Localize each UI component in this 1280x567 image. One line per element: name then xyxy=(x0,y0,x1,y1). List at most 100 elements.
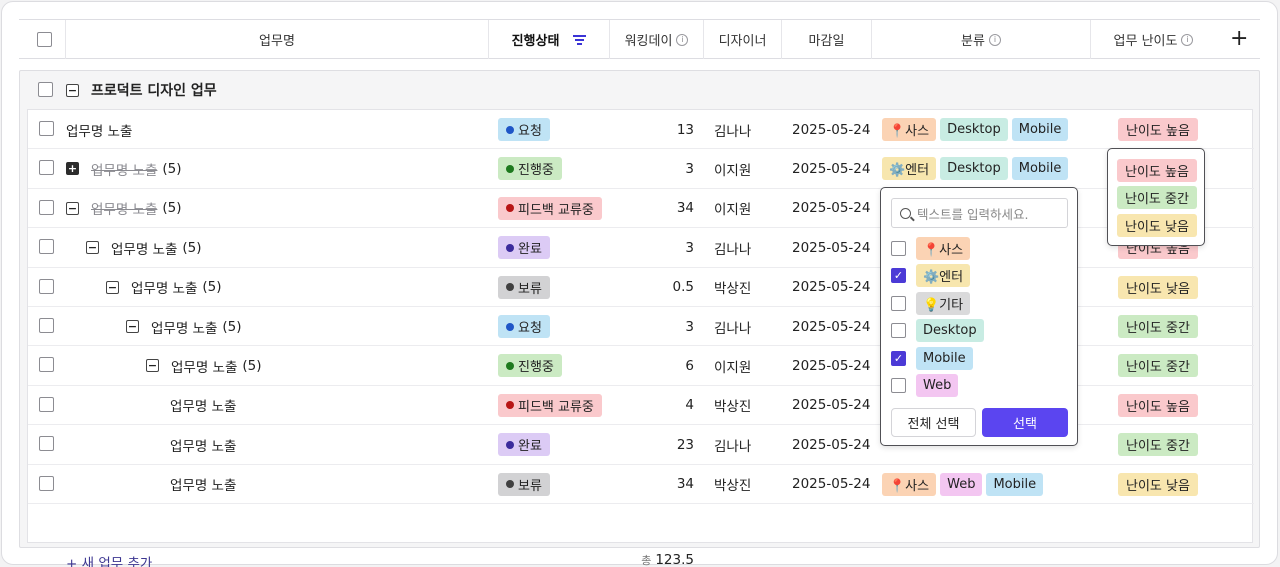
deadline-date[interactable]: 2025-05-24 xyxy=(792,149,870,188)
deadline-date[interactable]: 2025-05-24 xyxy=(792,307,870,346)
deadline-date[interactable]: 2025-05-24 xyxy=(792,110,870,149)
option-checkbox[interactable]: ✓ xyxy=(891,268,906,283)
status-badge[interactable]: 진행중 xyxy=(498,157,562,181)
table-row[interactable]: 업무명 노출 요청 13 김나나 2025-05-24 📍사스 Desktop Mobile 난… xyxy=(28,110,1254,150)
column-deadline[interactable]: 마감일 xyxy=(781,20,871,59)
category-tag[interactable]: Mobile xyxy=(986,472,1044,496)
row-checkbox[interactable] xyxy=(39,396,54,412)
deadline-date[interactable]: 2025-05-24 xyxy=(792,189,870,228)
select-all-button[interactable]: 전체 선택 xyxy=(891,408,976,437)
category-tag[interactable]: Mobile xyxy=(1011,118,1069,141)
deadline-date[interactable]: 2025-05-24 xyxy=(792,268,870,307)
row-expand-toggle[interactable]: − xyxy=(146,359,159,373)
category-option[interactable]: ✓ ⚙️엔터 xyxy=(891,264,974,288)
row-expand-toggle[interactable]: − xyxy=(106,280,119,294)
category-option[interactable]: Web xyxy=(891,374,962,398)
designer-name[interactable]: 이지원 xyxy=(714,346,751,385)
row-checkbox[interactable] xyxy=(39,475,54,491)
category-option[interactable]: 💡기타 xyxy=(891,291,974,315)
deadline-date[interactable]: 2025-05-24 xyxy=(792,425,870,464)
group-collapse-toggle[interactable]: − xyxy=(66,83,79,97)
task-name[interactable]: 업무명 노출 xyxy=(151,317,217,337)
option-checkbox[interactable] xyxy=(891,295,906,311)
status-badge[interactable]: 피드백 교류중 xyxy=(498,196,602,220)
category-tag[interactable]: 📍사스 xyxy=(882,118,937,141)
column-designer[interactable]: 디자이너 xyxy=(703,20,781,59)
difficulty-badge[interactable]: 난이도 중간 xyxy=(1118,354,1198,378)
info-icon[interactable]: i xyxy=(1181,33,1194,46)
row-checkbox[interactable] xyxy=(39,199,54,215)
task-name[interactable]: 업무명 노출 xyxy=(131,277,197,297)
row-checkbox[interactable] xyxy=(39,357,54,373)
task-name[interactable]: 업무명 노출 xyxy=(170,435,236,455)
category-option[interactable]: ✓ Mobile xyxy=(891,346,977,370)
task-name[interactable]: 업무명 노출 xyxy=(170,474,236,494)
row-checkbox[interactable] xyxy=(39,278,54,294)
status-badge[interactable]: 요청 xyxy=(498,315,550,338)
category-tag[interactable]: Web xyxy=(940,472,983,496)
task-name[interactable]: 업무명 노출 xyxy=(66,120,132,140)
column-workday[interactable]: 워킹데이 i xyxy=(609,20,703,59)
info-icon[interactable]: i xyxy=(676,33,689,46)
row-checkbox[interactable] xyxy=(39,160,54,176)
row-checkbox[interactable] xyxy=(39,239,54,255)
deadline-date[interactable]: 2025-05-24 xyxy=(792,228,870,267)
row-checkbox[interactable] xyxy=(39,436,54,452)
column-difficulty[interactable]: 업무 난이도 i xyxy=(1090,20,1216,59)
deadline-date[interactable]: 2025-05-24 xyxy=(792,465,870,504)
group-checkbox[interactable] xyxy=(38,82,53,97)
designer-name[interactable]: 김나나 xyxy=(714,228,751,267)
category-tag[interactable]: 📍사스 xyxy=(882,472,937,496)
row-expand-toggle[interactable]: + xyxy=(66,162,79,176)
option-checkbox[interactable]: ✓ xyxy=(891,350,906,366)
category-search-input[interactable]: 텍스트를 입력하세요. xyxy=(891,198,1068,228)
difficulty-badge[interactable]: 난이도 높음 xyxy=(1118,393,1198,417)
designer-name[interactable]: 이지원 xyxy=(714,189,751,228)
add-column-button[interactable]: + xyxy=(1230,28,1248,50)
row-expand-toggle[interactable]: − xyxy=(126,320,139,333)
info-icon[interactable]: i xyxy=(988,33,1001,46)
status-badge[interactable]: 보류 xyxy=(498,275,550,299)
status-badge[interactable]: 보류 xyxy=(498,472,550,496)
table-row[interactable]: + 업무명 노출 (5) 진행중 3 이지원 2025-05-24 ⚙️엔터 Desktop Mo… xyxy=(28,149,1254,189)
designer-name[interactable]: 김나나 xyxy=(714,425,751,464)
add-task-button[interactable]: + 새 업무 추가 xyxy=(66,552,152,567)
deadline-date[interactable]: 2025-05-24 xyxy=(792,386,870,425)
option-checkbox[interactable] xyxy=(891,378,906,393)
row-checkbox[interactable] xyxy=(39,121,54,136)
status-badge[interactable]: 완료 xyxy=(498,236,550,260)
row-expand-toggle[interactable]: − xyxy=(86,241,99,255)
designer-name[interactable]: 박상진 xyxy=(714,465,751,504)
difficulty-badge[interactable]: 난이도 낮음 xyxy=(1118,472,1198,496)
difficulty-option-low[interactable]: 난이도 낮음 xyxy=(1117,214,1197,237)
option-checkbox[interactable] xyxy=(891,240,906,256)
difficulty-badge[interactable]: 난이도 중간 xyxy=(1118,433,1198,457)
difficulty-option-high[interactable]: 난이도 높음 xyxy=(1117,159,1197,182)
task-name[interactable]: 업무명 노출 xyxy=(91,198,157,218)
table-row[interactable]: 업무명 노출 보류 34 박상진 2025-05-24 📍사스 Web Mobile 난이도 낮… xyxy=(28,465,1254,504)
category-option[interactable]: 📍사스 xyxy=(891,236,974,260)
option-checkbox[interactable] xyxy=(891,323,906,338)
status-badge[interactable]: 진행중 xyxy=(498,354,562,378)
difficulty-option-mid[interactable]: 난이도 중간 xyxy=(1117,186,1197,209)
status-badge[interactable]: 완료 xyxy=(498,433,550,457)
designer-name[interactable]: 김나나 xyxy=(714,307,751,346)
row-checkbox[interactable] xyxy=(39,318,54,333)
designer-name[interactable]: 이지원 xyxy=(714,149,751,188)
filter-icon[interactable] xyxy=(573,34,587,45)
difficulty-badge[interactable]: 난이도 중간 xyxy=(1118,315,1198,338)
column-title[interactable]: 업무명 xyxy=(65,20,488,59)
task-name[interactable]: 업무명 노출 xyxy=(91,159,157,179)
select-button[interactable]: 선택 xyxy=(982,408,1068,437)
status-badge[interactable]: 피드백 교류중 xyxy=(498,393,602,417)
deadline-date[interactable]: 2025-05-24 xyxy=(792,346,870,385)
column-status[interactable]: 진행상태 xyxy=(488,20,609,59)
column-category[interactable]: 분류 i xyxy=(871,20,1090,59)
designer-name[interactable]: 박상진 xyxy=(714,268,751,307)
category-tag[interactable]: Desktop xyxy=(940,118,1008,141)
task-name[interactable]: 업무명 노출 xyxy=(170,395,236,415)
difficulty-badge[interactable]: 난이도 높음 xyxy=(1118,118,1198,141)
designer-name[interactable]: 박상진 xyxy=(714,386,751,425)
row-expand-toggle[interactable]: − xyxy=(66,201,79,215)
designer-name[interactable]: 김나나 xyxy=(714,110,751,149)
